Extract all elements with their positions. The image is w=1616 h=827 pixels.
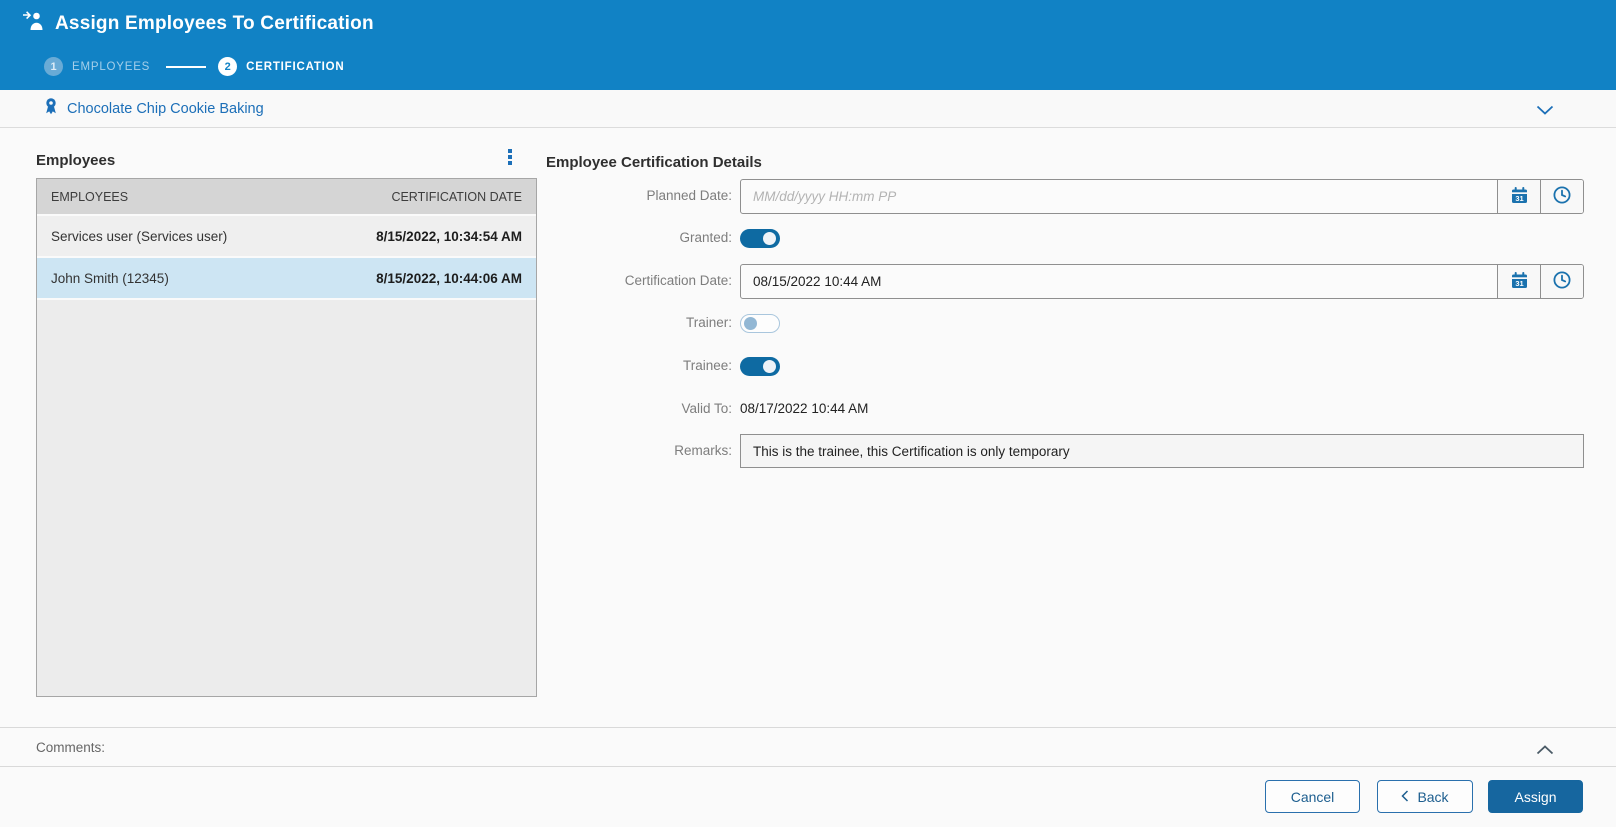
toggle-knob [763,232,776,245]
planned-date-input[interactable] [741,180,1497,213]
certification-date-input[interactable] [741,265,1497,298]
step-number-1: 1 [44,57,63,76]
employees-table-header: EMPLOYEES CERTIFICATION DATE [37,179,536,216]
wizard-step-certification[interactable]: 2 CERTIFICATION [218,57,344,76]
employee-name: John Smith (12345) [51,270,169,286]
toggle-knob [763,360,776,373]
kebab-menu-icon[interactable] [506,147,514,167]
chevron-up-icon[interactable] [1536,742,1554,760]
chevron-down-icon[interactable] [1536,103,1554,121]
granted-toggle[interactable] [740,229,780,248]
comments-label: Comments: [36,739,106,755]
certification-date-field-group: 31 [740,264,1584,299]
assign-button-label: Assign [1514,788,1557,805]
valid-to-value: 08/17/2022 10:44 AM [740,401,869,416]
cancel-button[interactable]: Cancel [1265,780,1360,813]
column-header-employees: EMPLOYEES [51,189,129,204]
wizard-steps: 1 EMPLOYEES 2 CERTIFICATION [44,57,345,76]
calendar-icon: 31 [1510,186,1529,208]
step-label-employees: EMPLOYEES [72,60,151,73]
dialog-title: Assign Employees To Certification [55,12,374,34]
employee-certification-date: 8/15/2022, 10:44:06 AM [376,270,522,286]
clock-icon [1552,270,1572,293]
employees-table: EMPLOYEES CERTIFICATION DATE Services us… [36,178,537,697]
employees-panel-title: Employees [36,152,116,170]
certification-date-time-button[interactable] [1540,265,1583,298]
details-panel-title: Employee Certification Details [546,154,762,172]
planned-date-time-button[interactable] [1540,180,1583,213]
column-header-certification-date: CERTIFICATION DATE [391,189,522,204]
step-label-certification: CERTIFICATION [246,60,345,73]
remarks-label: Remarks: [674,443,732,458]
trainee-toggle[interactable] [740,357,780,376]
certification-date-label: Certification Date: [624,273,732,288]
comments-section[interactable]: Comments: [0,727,1616,767]
assign-user-icon [22,11,45,36]
wizard-step-employees[interactable]: 1 EMPLOYEES [44,57,150,76]
planned-date-calendar-button[interactable]: 31 [1497,180,1540,213]
assign-button[interactable]: Assign [1488,780,1583,813]
certification-name: Chocolate Chip Cookie Baking [67,100,264,117]
step-number-2: 2 [218,57,238,76]
granted-label: Granted: [679,230,732,245]
svg-text:31: 31 [1515,278,1523,287]
step-connector [166,65,207,68]
back-button[interactable]: Back [1377,780,1473,813]
calendar-icon: 31 [1510,271,1529,293]
chevron-left-icon [1401,789,1409,805]
table-row-selected[interactable]: John Smith (12345) 8/15/2022, 10:44:06 A… [37,258,536,300]
ribbon-icon [44,97,58,120]
clock-icon [1552,185,1572,208]
certification-bar[interactable]: Chocolate Chip Cookie Baking [0,90,1616,128]
table-row[interactable]: Services user (Services user) 8/15/2022,… [37,216,536,258]
trainee-label: Trainee: [682,358,732,373]
dialog-footer: Cancel Back Assign [0,767,1616,827]
valid-to-label: Valid To: [681,401,732,416]
trainer-label: Trainer: [685,315,732,330]
back-button-label: Back [1417,788,1449,805]
planned-date-label: Planned Date: [646,188,732,203]
employee-name: Services user (Services user) [51,228,228,244]
toggle-knob [744,317,757,330]
employee-certification-date: 8/15/2022, 10:34:54 AM [376,228,522,244]
dialog-title-row: Assign Employees To Certification [22,11,374,36]
dialog-header: Assign Employees To Certification 1 EMPL… [0,0,1616,90]
trainer-toggle[interactable] [740,314,780,333]
svg-text:31: 31 [1515,193,1523,202]
planned-date-field-group: 31 [740,179,1584,214]
certification-date-calendar-button[interactable]: 31 [1497,265,1540,298]
cancel-button-label: Cancel [1290,788,1335,805]
remarks-input[interactable] [740,434,1584,468]
